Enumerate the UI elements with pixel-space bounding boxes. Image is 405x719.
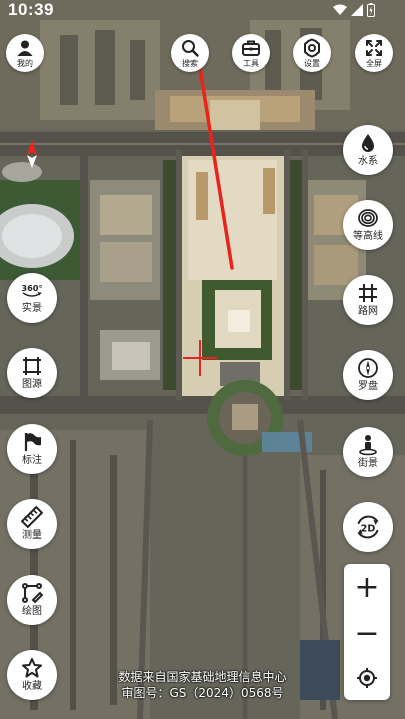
gear-icon: [304, 38, 320, 58]
signal-icon: [351, 4, 363, 16]
zoom-out-label: −: [354, 616, 380, 651]
mine-label: 我的: [17, 59, 33, 68]
water-drop-icon: [362, 134, 374, 152]
search-icon: [182, 40, 199, 57]
data-source-attribution: 数据来自国家基础地理信息中心: [118, 670, 287, 684]
view-mode-button[interactable]: 2D: [343, 502, 393, 552]
mine-button[interactable]: 我的: [6, 34, 44, 72]
contour-button[interactable]: 等高线: [343, 200, 393, 250]
toolbox-icon: [242, 40, 260, 56]
fullscreen-icon: [366, 40, 382, 56]
search-label: 搜索: [182, 59, 198, 68]
compass-button[interactable]: 罗盘: [343, 350, 393, 400]
view-mode-text: 2D: [361, 523, 376, 534]
water-button[interactable]: 水系: [343, 125, 393, 175]
status-icons: [333, 3, 375, 17]
flag-icon: [24, 433, 41, 451]
tools-label: 工具: [243, 59, 259, 68]
fullscreen-label: 全屏: [366, 59, 382, 68]
settings-label: 设置: [304, 59, 320, 68]
measure-label: 测量: [22, 530, 42, 541]
status-bar: 10:39: [0, 0, 405, 22]
zoom-out-button[interactable]: −: [344, 612, 390, 656]
360-icon: 360°: [21, 283, 43, 297]
draw-icon: [22, 583, 43, 604]
360-icon-text: 360°: [21, 283, 42, 293]
live-view-button[interactable]: 360° 实景: [7, 273, 57, 323]
contour-icon: [358, 209, 378, 227]
street-view-button[interactable]: 街景: [343, 427, 393, 477]
draw-button[interactable]: 绘图: [7, 575, 57, 625]
zoom-in-button[interactable]: +: [344, 566, 390, 610]
settings-button[interactable]: 设置: [293, 34, 331, 72]
layers-label: 图源: [22, 379, 42, 390]
wifi-icon: [333, 4, 347, 15]
live-view-label: 实景: [22, 303, 42, 314]
map-approval-number: 审图号：GS（2024）0568号: [121, 686, 284, 700]
water-label: 水系: [358, 156, 378, 167]
ruler-icon: [21, 506, 43, 528]
road-network-icon: [359, 284, 377, 302]
marker-button[interactable]: 标注: [7, 424, 57, 474]
street-view-icon: [359, 435, 377, 456]
status-time: 10:39: [8, 0, 54, 19]
layers-icon: [23, 357, 41, 375]
street-view-label: 街景: [358, 458, 378, 469]
compass-label: 罗盘: [358, 381, 378, 392]
layers-button[interactable]: 图源: [7, 348, 57, 398]
zoom-in-label: +: [354, 570, 380, 605]
roads-button[interactable]: 路网: [343, 275, 393, 325]
roads-label: 路网: [358, 306, 378, 317]
draw-label: 绘图: [22, 606, 42, 617]
measure-button[interactable]: 测量: [7, 499, 57, 549]
battery-icon: [367, 3, 375, 17]
search-button[interactable]: 搜索: [171, 34, 209, 72]
contour-label: 等高线: [353, 231, 383, 242]
person-icon: [17, 40, 33, 56]
view-mode-icon: 2D: [357, 515, 379, 539]
fullscreen-button[interactable]: 全屏: [355, 34, 393, 72]
marker-label: 标注: [22, 455, 42, 466]
compass-icon: [358, 358, 378, 378]
tools-button[interactable]: 工具: [232, 34, 270, 72]
